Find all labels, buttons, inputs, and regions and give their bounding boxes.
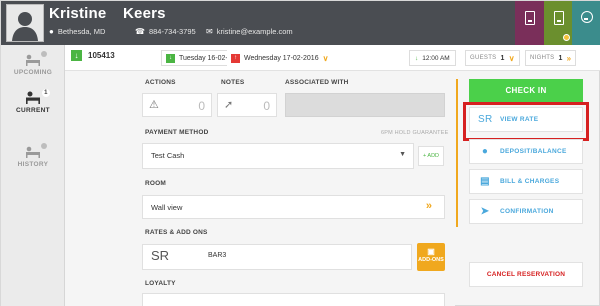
status-dot (563, 34, 570, 41)
guest-last-name: Keers (123, 5, 166, 22)
arrival-arrow-icon: ↓ (71, 50, 82, 61)
email-text: kristine@example.com (216, 27, 293, 36)
cart-icon: ▣ (427, 247, 435, 256)
confirmation-label: CONFIRMATION (500, 208, 554, 215)
arrival-time-text: 12:00 AM (422, 54, 450, 62)
tile-folio[interactable] (515, 1, 544, 45)
bed-icon (26, 54, 40, 66)
associated-field[interactable] (285, 93, 445, 117)
document-icon (524, 11, 535, 25)
location-pin-icon: ● (49, 27, 54, 36)
phone-text: 884-734-3795 (148, 27, 196, 36)
sidebar-item-upcoming[interactable]: UPCOMING (1, 51, 65, 76)
chevron-right-icon: » (425, 200, 432, 212)
hold-guarantee-note: 6PM HOLD GUARANTEE (381, 130, 449, 136)
guest-header: Kristine Keers ● Bethesda, MD ☎ 884-734-… (1, 1, 600, 45)
guest-phone[interactable]: ☎ 884-734-3795 (135, 27, 196, 36)
highlight-box (463, 102, 589, 141)
reservation-sidebar: UPCOMING 1 CURRENT HISTORY (1, 45, 65, 306)
checkout-date-text: Wednesday 17-02-2016 (244, 54, 319, 62)
receipt-icon: ▤ (480, 176, 490, 187)
payment-value: Test Cash (151, 151, 185, 160)
notes-counter[interactable]: ➚ 0 (217, 93, 277, 117)
history-indicator (41, 143, 47, 149)
chevron-down-icon: ∨ (322, 53, 329, 63)
card-icon (553, 11, 564, 25)
guests-value: 1 (500, 54, 505, 62)
pin-icon: ➚ (224, 99, 234, 111)
current-count-badge: 1 (42, 89, 50, 97)
chevron-right-icon: » (566, 53, 572, 63)
sidebar-item-current[interactable]: 1 CURRENT (1, 89, 65, 114)
reservation-id: ↓ 105413 (71, 50, 115, 61)
sidebar-item-label: CURRENT (16, 107, 50, 114)
reservation-number: 105413 (88, 51, 115, 60)
phone-icon: ☎ (135, 27, 145, 36)
location-text: Bethesda, MD (57, 27, 106, 36)
arrival-time[interactable]: ↓ 12:00 AM (409, 50, 456, 66)
bed-icon (26, 91, 40, 104)
nights-label: NIGHTS (530, 55, 555, 61)
envelope-icon: ✉ (206, 27, 213, 36)
room-field[interactable]: Wall view » (142, 195, 445, 219)
cancel-reservation-button[interactable]: CANCEL RESERVATION (469, 262, 583, 287)
calendar-in-icon: ↓ (166, 53, 175, 63)
sidebar-item-label: HISTORY (17, 161, 49, 168)
rate-field[interactable]: SR BAR3 (142, 244, 412, 270)
upcoming-indicator (41, 51, 47, 57)
chevron-down-icon: ∨ (508, 53, 515, 63)
rate-code: SR (151, 248, 170, 263)
calendar-out-icon: ↑ (231, 53, 240, 63)
bill-charges-button[interactable]: ▤ BILL & CHARGES (469, 169, 583, 194)
notes-count: 0 (263, 99, 270, 113)
bed-icon (26, 146, 40, 158)
avatar (6, 4, 44, 42)
sidebar-item-label: UPCOMING (13, 69, 53, 76)
bill-label: BILL & CHARGES (500, 178, 560, 185)
room-label: ROOM (145, 180, 167, 187)
guests-label: GUESTS (470, 55, 497, 61)
nights-counter[interactable]: NIGHTS 1 » (525, 50, 577, 66)
section-divider (456, 79, 458, 227)
warning-icon: ⚠ (149, 99, 159, 111)
payment-select[interactable]: Test Cash ▼ (142, 143, 414, 169)
actions-label: ACTIONS (145, 79, 176, 86)
actions-count: 0 (198, 99, 205, 113)
person-silhouette-icon (12, 12, 38, 41)
gear-icon (580, 11, 593, 23)
money-icon: ● (481, 146, 489, 157)
rate-name: BAR3 (208, 252, 227, 259)
left-strip (65, 71, 137, 306)
guest-email[interactable]: ✉ kristine@example.com (206, 27, 293, 36)
loyalty-field[interactable] (142, 293, 445, 306)
deposit-label: DEPOSIT/BALANCE (500, 148, 567, 155)
guest-first-name: Kristine (49, 5, 107, 22)
room-value: Wall view (151, 203, 183, 212)
addons-label: ADD-ONS (418, 257, 444, 263)
actions-counter[interactable]: ⚠ 0 (142, 93, 212, 117)
caret-down-icon: ▼ (399, 151, 406, 158)
guest-location: ● Bethesda, MD (49, 27, 105, 36)
notes-label: NOTES (221, 79, 245, 86)
payment-label: PAYMENT METHOD (145, 129, 209, 136)
send-icon: ➤ (480, 206, 490, 217)
associated-label: ASSOCIATED WITH (285, 79, 349, 86)
checkout-date[interactable]: ↑ Wednesday 17-02-2016 ∨ (227, 50, 333, 66)
tile-card[interactable] (544, 1, 573, 45)
confirmation-button[interactable]: ➤ CONFIRMATION (469, 199, 583, 224)
checkin-button[interactable]: CHECK IN (469, 79, 583, 103)
tile-settings[interactable] (572, 1, 600, 45)
nights-value: 1 (558, 54, 563, 62)
sidebar-item-history[interactable]: HISTORY (1, 143, 65, 168)
deposit-balance-button[interactable]: ● DEPOSIT/BALANCE (469, 139, 583, 164)
loyalty-label: LOYALTY (145, 280, 176, 287)
arrival-arrow-icon: ↓ (415, 54, 419, 62)
addons-button[interactable]: ▣ ADD-ONS (417, 243, 445, 271)
rates-label: RATES & ADD ONS (145, 229, 208, 236)
reservation-form: ACTIONS NOTES ASSOCIATED WITH ⚠ 0 ➚ 0 PA… (137, 71, 455, 306)
reservation-bar: ↓ 105413 ↓ Tuesday 16-02-2016 ↑ Wednesda… (65, 45, 600, 71)
add-payment-button[interactable]: + ADD (418, 146, 444, 166)
app-window: Kristine Keers ● Bethesda, MD ☎ 884-734-… (0, 0, 600, 306)
guests-counter[interactable]: GUESTS 1 ∨ (465, 50, 520, 66)
